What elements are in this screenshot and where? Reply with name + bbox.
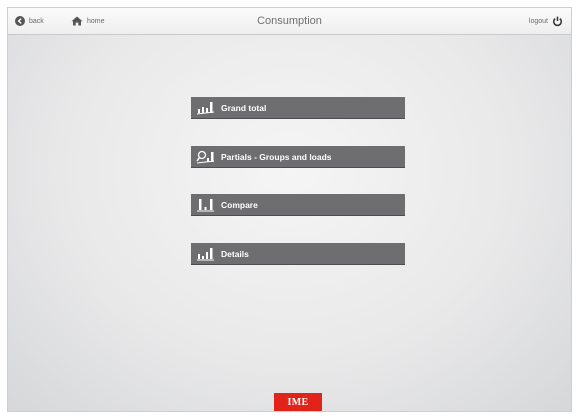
app-window: back home Consumption logout Grand total [7,7,572,412]
details-label: Details [221,248,249,259]
power-icon [552,16,563,26]
page-title: Consumption [257,15,322,27]
partials-label: Partials - Groups and loads [221,151,332,162]
grand-total-button[interactable]: Grand total [191,97,405,119]
detail-chart-icon [197,247,214,260]
top-bar: back home Consumption logout [8,8,571,35]
details-button[interactable]: Details [191,243,405,265]
compare-label: Compare [221,199,258,210]
ime-logo: IME [274,393,322,411]
logo-text: IME [287,396,309,408]
magnifier-chart-icon [196,150,215,163]
logout-label: logout [528,17,548,25]
partials-button[interactable]: Partials - Groups and loads [191,146,405,168]
compare-bars-icon [197,198,214,211]
compare-button[interactable]: Compare [191,194,405,216]
bar-chart-icon [196,101,215,114]
logout-button[interactable]: logout [529,8,563,34]
grand-total-label: Grand total [221,102,267,113]
